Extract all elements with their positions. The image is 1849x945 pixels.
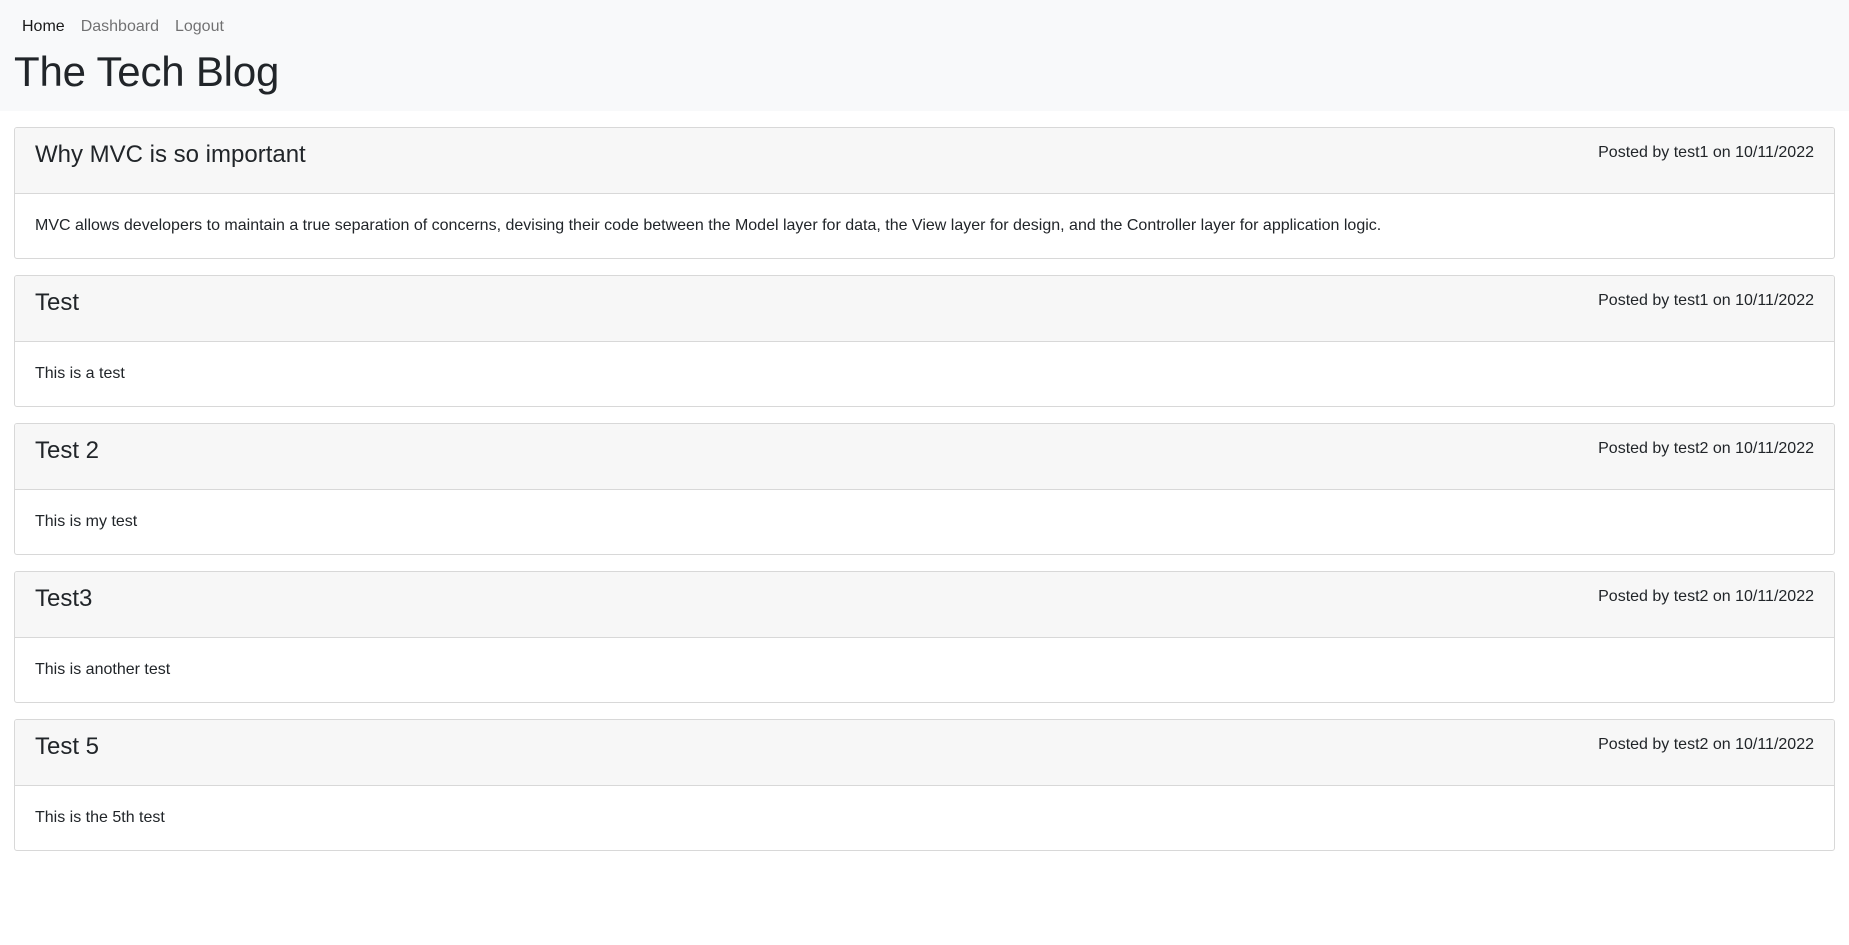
- post-meta: Posted by test2 on 10/11/2022: [1598, 440, 1814, 457]
- post-card-header: Why MVC is so important Posted by test1 …: [15, 128, 1834, 194]
- post-card[interactable]: Test 2 Posted by test2 on 10/11/2022 Thi…: [14, 423, 1835, 555]
- post-card[interactable]: Why MVC is so important Posted by test1 …: [14, 127, 1835, 259]
- post-title[interactable]: Why MVC is so important: [35, 140, 306, 170]
- post-title[interactable]: Test 2: [35, 436, 99, 466]
- post-list: Why MVC is so important Posted by test1 …: [0, 111, 1849, 851]
- post-body: This is a test: [35, 365, 125, 382]
- post-title[interactable]: Test3: [35, 584, 92, 614]
- post-title[interactable]: Test: [35, 288, 79, 318]
- post-card[interactable]: Test 5 Posted by test2 on 10/11/2022 Thi…: [14, 719, 1835, 851]
- post-card-header: Test3 Posted by test2 on 10/11/2022: [15, 572, 1834, 638]
- post-card-header: Test Posted by test1 on 10/11/2022: [15, 276, 1834, 342]
- post-card-header: Test 2 Posted by test2 on 10/11/2022: [15, 424, 1834, 490]
- post-card[interactable]: Test Posted by test1 on 10/11/2022 This …: [14, 275, 1835, 407]
- post-meta: Posted by test2 on 10/11/2022: [1598, 588, 1814, 605]
- post-body: This is my test: [35, 513, 138, 530]
- site-title: The Tech Blog: [14, 48, 280, 95]
- post-body: MVC allows developers to maintain a true…: [35, 217, 1382, 234]
- nav-logout-link[interactable]: Logout: [167, 16, 232, 38]
- post-meta: Posted by test1 on 10/11/2022: [1598, 144, 1814, 161]
- post-body: This is another test: [35, 661, 171, 678]
- site-header: Home Dashboard Logout The Tech Blog: [0, 0, 1849, 111]
- post-title[interactable]: Test 5: [35, 732, 99, 762]
- post-body: This is the 5th test: [35, 809, 165, 826]
- nav-dashboard-link[interactable]: Dashboard: [73, 16, 167, 38]
- post-card[interactable]: Test3 Posted by test2 on 10/11/2022 This…: [14, 571, 1835, 703]
- post-card-header: Test 5 Posted by test2 on 10/11/2022: [15, 720, 1834, 786]
- post-meta: Posted by test2 on 10/11/2022: [1598, 736, 1814, 753]
- nav-home-link[interactable]: Home: [14, 16, 73, 38]
- post-meta: Posted by test1 on 10/11/2022: [1598, 292, 1814, 309]
- main-nav: Home Dashboard Logout: [14, 0, 1835, 38]
